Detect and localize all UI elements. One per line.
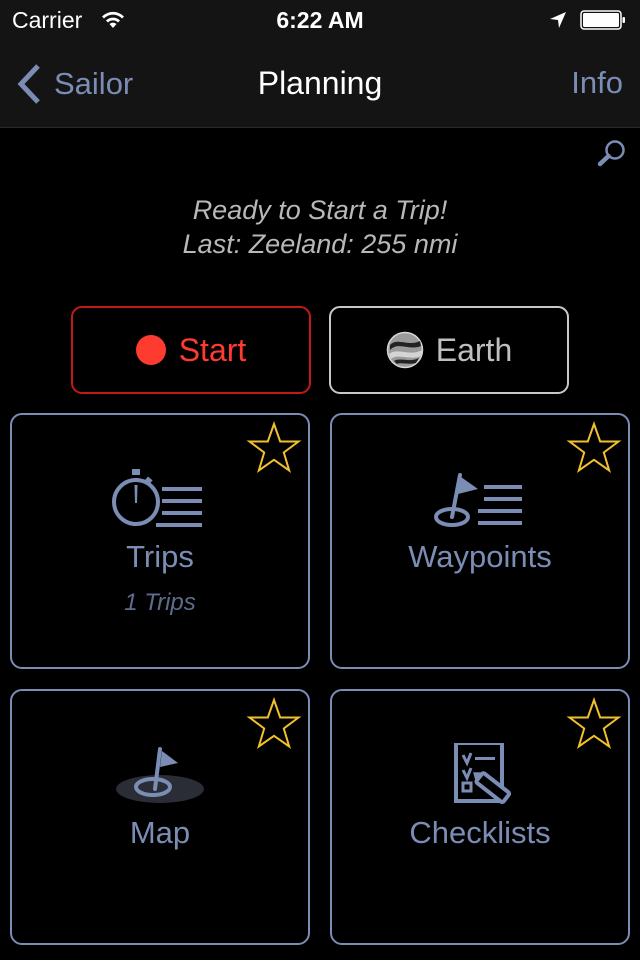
tile-label: Map xyxy=(129,815,191,850)
search-icon[interactable] xyxy=(596,138,628,168)
tile-waypoints[interactable]: Waypoints xyxy=(330,413,630,669)
star-outline-icon[interactable] xyxy=(246,697,302,751)
navigation-bar: Sailor Planning Info xyxy=(0,40,640,128)
tile-map[interactable]: Map xyxy=(10,689,310,945)
stopwatch-list-icon xyxy=(112,469,202,527)
clock: 6:22 AM xyxy=(276,7,364,33)
earth-button[interactable]: Earth xyxy=(329,306,569,394)
star-outline-icon[interactable] xyxy=(246,421,302,475)
status-line-last-trip: Last: Zeeland: 255 nmi xyxy=(182,229,458,259)
google-earth-icon xyxy=(386,331,423,369)
info-button[interactable]: Info xyxy=(571,65,623,101)
earth-button-label: Earth xyxy=(435,331,513,368)
tile-subtitle: 1 Trips xyxy=(124,589,196,616)
start-trip-button[interactable]: Start xyxy=(71,306,311,394)
tile-label: Checklists xyxy=(409,815,551,850)
star-outline-icon[interactable] xyxy=(566,697,622,751)
flag-list-icon xyxy=(434,473,522,527)
status-line-ready: Ready to Start a Trip! xyxy=(192,195,448,225)
page-title: Planning xyxy=(257,65,383,101)
tile-label: Waypoints xyxy=(408,539,552,574)
record-dot-icon xyxy=(135,335,166,365)
star-outline-icon[interactable] xyxy=(566,421,622,475)
status-bar: Carrier 6:22 AM xyxy=(0,0,640,40)
tile-label: Trips xyxy=(126,539,194,574)
trip-status-message: Ready to Start a Trip! Last: Zeeland: 25… xyxy=(0,193,640,261)
location-arrow-icon xyxy=(550,12,566,28)
checklist-icon xyxy=(454,743,512,805)
map-flag-icon xyxy=(116,747,204,803)
tile-checklists[interactable]: Checklists xyxy=(330,689,630,945)
tile-trips[interactable]: Trips 1 Trips xyxy=(10,413,310,669)
battery-icon xyxy=(580,10,625,30)
start-button-label: Start xyxy=(178,331,247,368)
